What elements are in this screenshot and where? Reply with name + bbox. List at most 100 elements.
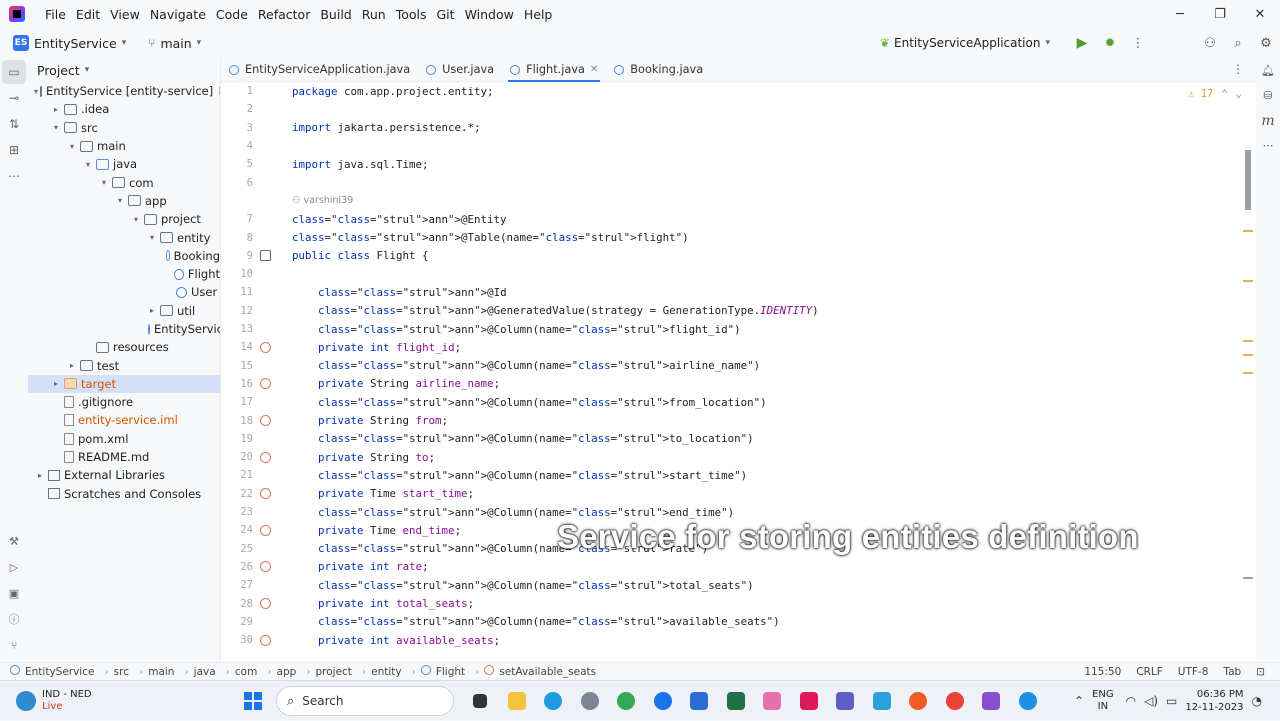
file-explorer-icon[interactable] — [499, 687, 536, 715]
chrome-icon[interactable] — [608, 687, 645, 715]
line-number[interactable]: 27 — [221, 579, 253, 591]
breadcrumb-item[interactable]: main — [148, 666, 179, 678]
line-number[interactable]: 25 — [221, 543, 253, 555]
line-number[interactable]: 29 — [221, 616, 253, 628]
tree-item[interactable]: ▾EntityService [entity-service]D — [28, 82, 220, 100]
tree-item[interactable]: pom.xml — [28, 430, 220, 448]
breadcrumb-item[interactable]: EntityService — [10, 665, 99, 678]
maven-icon[interactable]: m — [1257, 108, 1279, 133]
debug-icon[interactable]: ✹ — [1096, 29, 1124, 57]
search-icon[interactable]: ⌕ — [1224, 29, 1252, 57]
notifications-icon[interactable]: 🔔︎ — [1257, 58, 1279, 83]
menu-refactor[interactable]: Refactor — [253, 7, 315, 22]
project-panel-header[interactable]: Project ▾ — [28, 58, 220, 82]
tree-item[interactable]: ▾ main — [28, 137, 220, 155]
chevron-down-icon[interactable]: ▾ — [66, 142, 78, 151]
wifi-icon[interactable]: ◠ — [1126, 694, 1136, 708]
breadcrumb-item[interactable]: project — [315, 666, 356, 678]
line-number[interactable]: 6 — [221, 177, 253, 189]
column-gutter-icon[interactable] — [260, 451, 271, 463]
scrollbar-markers[interactable] — [1241, 82, 1255, 656]
chevron-down-icon[interactable]: ▾ — [82, 160, 94, 169]
edge-icon[interactable] — [535, 687, 572, 715]
more-options-icon[interactable]: ⋮ — [1124, 29, 1152, 57]
menu-run[interactable]: Run — [357, 7, 391, 22]
line-number[interactable]: 20 — [221, 451, 253, 463]
tab-user[interactable]: User.java — [418, 58, 502, 82]
tree-item[interactable]: ▸ target — [28, 374, 220, 394]
line-number[interactable]: 14 — [221, 341, 253, 353]
breadcrumb-item[interactable]: setAvailable_seats — [484, 665, 601, 678]
column-gutter-icon[interactable] — [260, 378, 271, 390]
tree-item[interactable]: ▾ entity — [28, 228, 220, 246]
commit-tool-icon[interactable]: ⊸ — [2, 86, 26, 110]
maximize-icon[interactable]: ❐ — [1200, 0, 1240, 28]
run-configuration-selector[interactable]: ❦ EntityServiceApplication ▾ — [880, 36, 1050, 50]
more-tools-icon[interactable]: ⋯ — [1257, 133, 1279, 158]
menu-build[interactable]: Build — [315, 7, 356, 22]
clipchamp-icon[interactable] — [973, 687, 1010, 715]
line-number[interactable]: 12 — [221, 305, 253, 317]
intellij-taskbar-icon[interactable] — [791, 687, 828, 715]
chevron-up-icon[interactable]: ⌃ — [1074, 694, 1084, 708]
chevron-down-icon[interactable]: ▾ — [130, 215, 142, 224]
column-gutter-icon[interactable] — [260, 561, 271, 573]
chevron-right-icon[interactable]: ▸ — [146, 306, 158, 315]
id-gutter-icon[interactable] — [260, 341, 271, 353]
tree-item[interactable]: resources — [28, 338, 220, 356]
account-icon[interactable]: ⚇ — [1196, 29, 1224, 57]
breadcrumb-item[interactable]: com — [235, 666, 262, 678]
chrome-profile-icon[interactable] — [937, 687, 974, 715]
line-number[interactable]: 1 — [221, 85, 253, 97]
tree-item[interactable]: Flight — [28, 265, 220, 283]
line-number[interactable]: 13 — [221, 323, 253, 335]
chevron-down-icon[interactable]: ▾ — [98, 178, 110, 187]
chevron-down-icon[interactable]: ▾ — [122, 38, 127, 48]
line-number[interactable]: 19 — [221, 433, 253, 445]
line-number[interactable]: 11 — [221, 286, 253, 298]
column-gutter-icon[interactable] — [260, 634, 271, 646]
line-number[interactable]: 17 — [221, 396, 253, 408]
tree-item[interactable]: ▾ com — [28, 173, 220, 191]
scrollbar-thumb[interactable] — [1245, 150, 1251, 210]
terminal-icon[interactable]: ▣ — [2, 580, 26, 606]
line-number[interactable]: 28 — [221, 598, 253, 610]
database-icon[interactable]: ⛁ — [1257, 83, 1279, 108]
breadcrumb-item[interactable]: entity — [371, 666, 406, 678]
tree-item[interactable]: .gitignore — [28, 393, 220, 411]
menu-window[interactable]: Window — [460, 7, 519, 22]
menu-file[interactable]: File — [40, 7, 71, 22]
chevron-right-icon[interactable]: ▸ — [50, 379, 62, 388]
project-badge-icon[interactable]: ES — [13, 35, 29, 51]
notification-bell-icon[interactable]: ◔ — [1252, 694, 1262, 708]
excel-icon[interactable] — [718, 687, 755, 715]
line-number[interactable]: 23 — [221, 506, 253, 518]
tree-item[interactable]: entity-service.iml — [28, 411, 220, 429]
notepad-icon[interactable] — [864, 687, 901, 715]
build-icon[interactable]: ⚒ — [2, 528, 26, 554]
line-number[interactable]: 15 — [221, 360, 253, 372]
line-number[interactable]: 7 — [221, 213, 253, 225]
chevron-down-icon[interactable]: ▾ — [114, 196, 126, 205]
more-tools-icon[interactable]: ⋯ — [2, 164, 26, 188]
breadcrumb-item[interactable]: Flight — [420, 665, 470, 678]
language-indicator[interactable]: ENG IN — [1092, 689, 1114, 713]
chevron-right-icon[interactable]: ▸ — [50, 105, 62, 114]
tree-item[interactable]: ▸ util — [28, 302, 220, 320]
line-number[interactable]: 8 — [221, 232, 253, 244]
chevron-down-icon[interactable]: ▾ — [146, 233, 158, 242]
sourcetree-icon[interactable] — [754, 687, 791, 715]
column-gutter-icon[interactable] — [260, 414, 271, 426]
tree-item[interactable]: ▾ src — [28, 119, 220, 137]
line-number[interactable]: 16 — [221, 378, 253, 390]
caret-position[interactable]: 115:50 — [1084, 666, 1121, 678]
store-icon[interactable] — [681, 687, 718, 715]
git-icon[interactable]: ⑂ — [2, 632, 26, 658]
line-number[interactable]: 2 — [221, 103, 253, 115]
close-icon[interactable]: ✕ — [1240, 0, 1280, 28]
battery-icon[interactable]: ▭ — [1166, 694, 1177, 708]
chevron-right-icon[interactable]: ▸ — [66, 361, 78, 370]
tab-options-icon[interactable]: ⋮ — [1232, 62, 1244, 76]
project-tool-icon[interactable]: ▭ — [2, 60, 26, 84]
teams-icon[interactable] — [827, 687, 864, 715]
